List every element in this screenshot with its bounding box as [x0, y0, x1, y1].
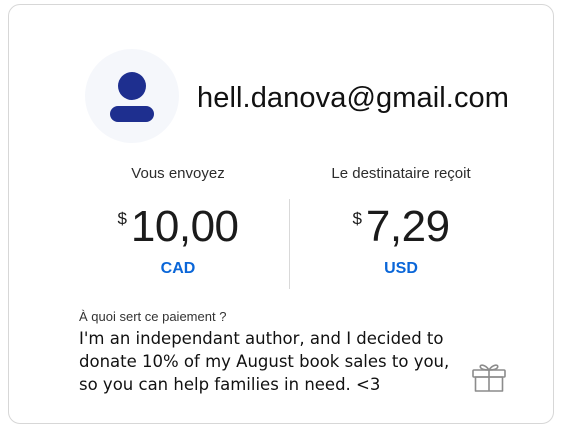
- receive-amount-row: $ 7,29: [281, 201, 521, 257]
- recipient-avatar: [85, 49, 179, 143]
- receive-amount: 7,29: [365, 202, 450, 251]
- gift-icon[interactable]: [471, 361, 509, 393]
- recipient-email: hell.danova@gmail.com: [197, 82, 510, 114]
- receive-currency-code: USD: [384, 260, 418, 277]
- receive-column: Le destinataire reçoit $ 7,29 USD: [281, 165, 521, 279]
- send-amount: 10,00: [130, 202, 239, 251]
- payment-summary-card: hell.danova@gmail.com Vous envoyez $ 10,…: [8, 4, 554, 424]
- send-currency-code: CAD: [160, 260, 196, 277]
- payment-note-label: À quoi sert ce paiement ?: [79, 309, 227, 324]
- send-currency-symbol: $: [117, 209, 127, 228]
- receive-label: Le destinataire reçoit: [331, 165, 471, 182]
- user-avatar-icon: [110, 72, 154, 122]
- send-column: Vous envoyez $ 10,00 CAD: [58, 165, 298, 279]
- payment-note-text: I'm an independant author, and I decided…: [79, 329, 450, 394]
- send-label: Vous envoyez: [131, 165, 225, 182]
- send-amount-row: $ 10,00: [58, 201, 298, 257]
- receive-currency-symbol: $: [352, 209, 362, 228]
